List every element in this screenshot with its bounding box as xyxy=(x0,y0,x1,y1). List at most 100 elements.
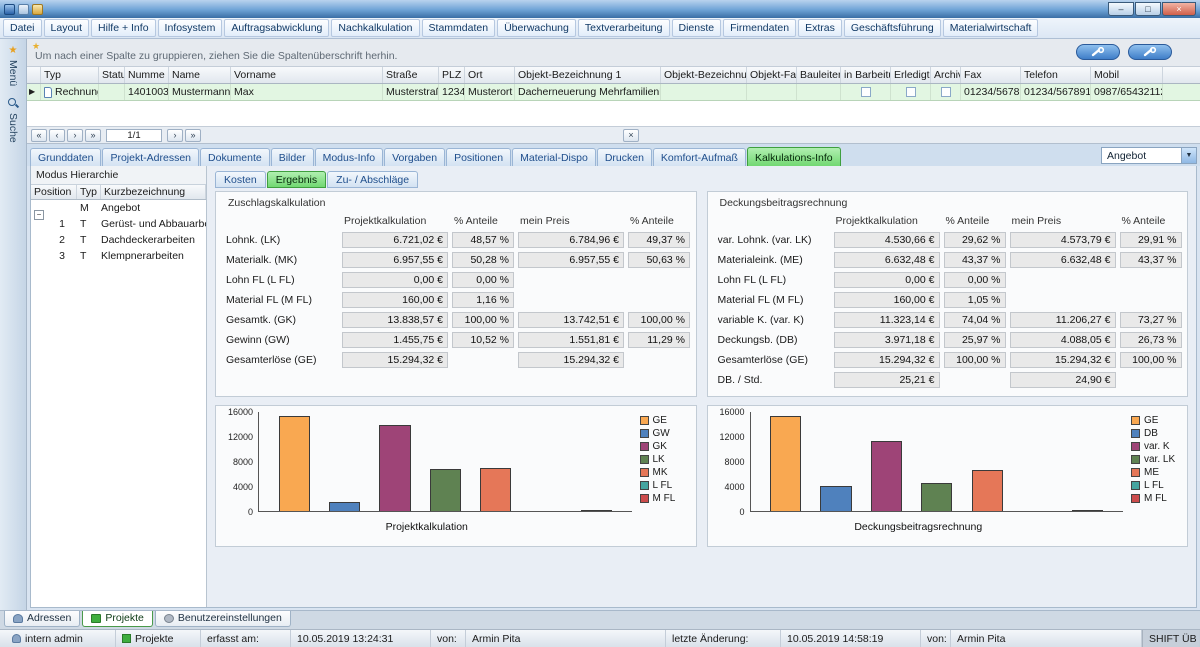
mode-selector[interactable]: Angebot ▼ xyxy=(1101,147,1197,164)
chart-title: Projektkalkulation xyxy=(385,521,468,533)
rail-tab-suche[interactable]: Suche xyxy=(0,94,26,147)
chevron-down-icon[interactable]: ▼ xyxy=(1181,148,1196,163)
bar-mk xyxy=(480,467,512,511)
menu-item-layout[interactable]: Layout xyxy=(43,19,90,37)
legend-item: GW xyxy=(639,427,690,440)
tab-drucken[interactable]: Drucken xyxy=(596,148,652,166)
column-header-erledigt[interactable]: Erledigt xyxy=(891,67,931,83)
last-row-button[interactable]: » xyxy=(185,128,201,142)
column-header-objekt-bezeichnung-1[interactable]: Objekt-Bezeichnung 1 xyxy=(515,67,661,83)
close-detail-button[interactable]: × xyxy=(623,128,639,142)
subtab-ergebnis[interactable]: Ergebnis xyxy=(266,171,327,188)
hierarchy-row-angebot[interactable]: − M Angebot xyxy=(31,200,206,220)
tab-kalkulations-info[interactable]: Kalkulations-Info xyxy=(746,147,841,166)
calc-value: 50,28 % xyxy=(452,252,514,268)
calculation-boxes: Zuschlagskalkulation Projektkalkulation % … xyxy=(215,191,1188,397)
tab-material-dispo[interactable]: Material-Dispo xyxy=(512,148,596,166)
column-header-typ[interactable]: Typ xyxy=(41,67,99,83)
column-header-name[interactable]: Name xyxy=(169,67,231,83)
y-axis-label: 4000 xyxy=(232,482,253,492)
bottom-tab-projekte[interactable]: Projekte xyxy=(82,611,153,627)
bottom-tab-benutzereinstellungen[interactable]: Benutzereinstellungen xyxy=(154,611,291,627)
save-icon[interactable] xyxy=(18,3,29,15)
maximize-button[interactable]: □ xyxy=(1135,2,1161,16)
menu-item-dienste[interactable]: Dienste xyxy=(671,19,722,37)
column-header-archiv[interactable]: Archiv xyxy=(931,67,961,83)
menu-item-datei[interactable]: Datei xyxy=(3,19,42,37)
menu-item-ueberwachung[interactable]: Überwachung xyxy=(497,19,576,37)
column-header-in-barbeitung[interactable]: in Barbeitung xyxy=(841,67,891,83)
subtab-zu-abschlaege[interactable]: Zu- / Abschläge xyxy=(327,171,419,188)
first-page-button[interactable]: « xyxy=(31,128,47,142)
next-page-button[interactable]: › xyxy=(67,128,83,142)
column-header-strasse[interactable]: Straße xyxy=(383,67,439,83)
rail-tab-menue[interactable]: ★ Menü xyxy=(0,42,26,90)
tab-komfort-aufmass[interactable]: Komfort-Aufmaß xyxy=(652,148,746,166)
tab-projekt-adressen[interactable]: Projekt-Adressen xyxy=(102,148,200,166)
menu-item-infosystem[interactable]: Infosystem xyxy=(157,19,223,37)
legend-item: ME xyxy=(1131,466,1181,479)
hierarchy-row-dachdeckerarbeiten[interactable]: 2 T Dachdeckerarbeiten xyxy=(31,232,206,248)
row-cell-text: 14010036 xyxy=(128,86,169,98)
column-header-plz[interactable]: PLZ xyxy=(439,67,465,83)
menu-item-auftragsabwicklung[interactable]: Auftragsabwicklung xyxy=(224,19,330,37)
calc-value: 1.551,81 € xyxy=(518,332,624,348)
tab-vorgaben[interactable]: Vorgaben xyxy=(384,148,446,166)
menu-item-firmendaten[interactable]: Firmendaten xyxy=(723,19,797,37)
close-button[interactable]: × xyxy=(1162,2,1196,16)
modified-label: letzte Änderung: xyxy=(666,630,781,647)
hierarchy-typ: T xyxy=(80,250,87,262)
menu-item-hilfe-info[interactable]: Hilfe + Info xyxy=(91,19,156,37)
hierarchy-column-typ[interactable]: Typ xyxy=(77,185,101,199)
column-header-vorname[interactable]: Vorname xyxy=(231,67,383,83)
prev-page-button[interactable]: ‹ xyxy=(49,128,65,142)
menu-item-geschaeftsfuehrung[interactable]: Geschäftsführung xyxy=(843,19,941,37)
checkbox-erledigt[interactable] xyxy=(905,87,916,97)
tab-modus-info[interactable]: Modus-Info xyxy=(314,148,384,166)
print-icon[interactable] xyxy=(32,3,43,15)
statusbar: intern admin Projekte erfasst am: 10.05.… xyxy=(0,629,1200,647)
wrench-button-2[interactable] xyxy=(1128,44,1172,60)
column-header-label: in Barbeitung xyxy=(844,69,890,81)
hierarchy-row-klempnerarbeiten[interactable]: 3 T Klempnerarbeiten xyxy=(31,248,206,264)
column-header-objekt-fax[interactable]: Objekt-Fax xyxy=(747,67,797,83)
menu-item-materialwirtschaft[interactable]: Materialwirtschaft xyxy=(942,19,1039,37)
column-header-telefon[interactable]: Telefon xyxy=(1021,67,1091,83)
last-page-button[interactable]: » xyxy=(85,128,101,142)
hierarchy-column-position[interactable]: Position xyxy=(31,185,77,199)
tab-grunddaten[interactable]: Grunddaten xyxy=(30,148,102,166)
hierarchy-column-kurzbezeichnung[interactable]: Kurzbezeichnung xyxy=(101,185,206,199)
column-header-mobil[interactable]: Mobil xyxy=(1091,67,1163,83)
legend-label: LK xyxy=(652,454,665,465)
legend-item: M FL xyxy=(639,492,690,505)
calc-value: 15.294,32 € xyxy=(833,352,940,368)
legend-label: var. LK xyxy=(1144,454,1176,465)
menu-item-stammdaten[interactable]: Stammdaten xyxy=(421,19,496,37)
column-header-status[interactable]: Status xyxy=(99,67,125,83)
y-axis-label: 8000 xyxy=(724,457,745,467)
subtab-kosten[interactable]: Kosten xyxy=(215,171,266,188)
minimize-button[interactable]: – xyxy=(1108,2,1134,16)
tab-bilder[interactable]: Bilder xyxy=(270,148,314,166)
row-cell-name: Mustermann xyxy=(169,84,231,100)
row-indicator-header xyxy=(27,67,41,83)
hierarchy-row-geruest-und-abbauarbei[interactable]: 1 T Gerüst- und Abbauarbei xyxy=(31,216,206,232)
column-header-numme[interactable]: Numme▲ xyxy=(125,67,169,83)
next-row-button[interactable]: › xyxy=(167,128,183,142)
checkbox-archiv[interactable] xyxy=(940,87,951,97)
tab-positionen[interactable]: Positionen xyxy=(446,148,512,166)
menu-item-extras[interactable]: Extras xyxy=(798,19,842,37)
calc-row-label: var. Lohnk. (var. LK) xyxy=(717,234,812,246)
column-header-bauleiter[interactable]: Bauleiter xyxy=(797,67,841,83)
column-header-objekt-bezeichnung-2[interactable]: Objekt-Bezeichnung 2 xyxy=(661,67,747,83)
menu-item-textverarbeitung[interactable]: Textverarbeitung xyxy=(577,19,670,37)
quick-access-toolbar xyxy=(4,3,43,15)
checkbox-in-barbeitung[interactable] xyxy=(860,87,871,97)
menu-item-nachkalkulation[interactable]: Nachkalkulation xyxy=(331,19,420,37)
tab-dokumente[interactable]: Dokumente xyxy=(200,148,270,166)
bottom-tab-adressen[interactable]: Adressen xyxy=(4,611,81,627)
table-row[interactable]: ▶ Rechnung RE 14010036MustermannMax Musters… xyxy=(27,84,1200,101)
column-header-ort[interactable]: Ort xyxy=(465,67,515,83)
column-header-fax[interactable]: Fax xyxy=(961,67,1021,83)
wrench-button-1[interactable] xyxy=(1076,44,1120,60)
